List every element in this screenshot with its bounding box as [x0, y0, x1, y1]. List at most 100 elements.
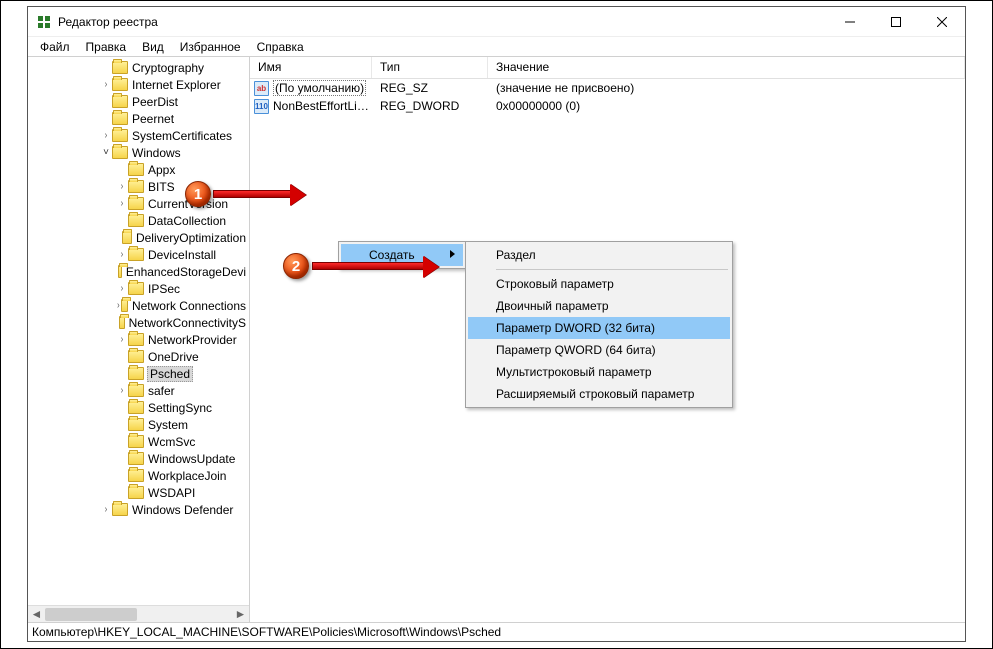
tree-item-label: NetworkConnectivityS: [128, 316, 249, 330]
tree-item[interactable]: WorkplaceJoin: [28, 467, 249, 484]
submenu-qword[interactable]: Параметр QWORD (64 бита): [468, 339, 730, 361]
column-type[interactable]: Тип: [372, 57, 488, 78]
tree-item[interactable]: System: [28, 416, 249, 433]
collapse-icon[interactable]: ˅: [100, 147, 112, 158]
tree-item[interactable]: Cryptography: [28, 59, 249, 76]
expand-icon[interactable]: ›: [117, 198, 127, 209]
submenu-binary[interactable]: Двоичный параметр: [468, 295, 730, 317]
submenu-label: Расширяемый строковый параметр: [496, 387, 694, 401]
annotation-marker-2: 2: [283, 253, 309, 279]
expand-icon[interactable]: ›: [117, 385, 127, 396]
tree-item[interactable]: SettingSync: [28, 399, 249, 416]
folder-icon: [112, 61, 128, 74]
minimize-button[interactable]: [827, 7, 873, 36]
tree-item[interactable]: › Internet Explorer: [28, 76, 249, 93]
tree-item[interactable]: ˅ Windows: [28, 144, 249, 161]
value-row[interactable]: ab(По умолчанию)REG_SZ(значение не присв…: [250, 79, 965, 97]
submenu-key[interactable]: Раздел: [468, 244, 730, 266]
folder-icon: [112, 78, 128, 91]
folder-icon: [122, 231, 132, 244]
scroll-track[interactable]: [45, 606, 232, 622]
tree-item-label: WcmSvc: [147, 435, 198, 449]
submenu-string[interactable]: Строковый параметр: [468, 273, 730, 295]
tree-item[interactable]: › DeviceInstall: [28, 246, 249, 263]
dword-value-icon: 110: [254, 99, 269, 114]
marker-text: 2: [292, 258, 300, 275]
tree-item[interactable]: WindowsUpdate: [28, 450, 249, 467]
tree-item[interactable]: NetworkConnectivityS: [28, 314, 249, 331]
expand-icon[interactable]: ›: [117, 181, 127, 192]
expand-icon[interactable]: ›: [117, 334, 127, 345]
tree-item[interactable]: ›Windows Defender: [28, 501, 249, 518]
tree-item[interactable]: EnhancedStorageDevi: [28, 263, 249, 280]
maximize-button[interactable]: [873, 7, 919, 36]
submenu-multistring[interactable]: Мультистроковый параметр: [468, 361, 730, 383]
folder-icon: [118, 265, 122, 278]
value-type: REG_DWORD: [372, 99, 488, 113]
menu-view[interactable]: Вид: [136, 39, 170, 55]
scroll-left-icon[interactable]: ◄: [28, 606, 45, 623]
tree-item[interactable]: ›NetworkProvider: [28, 331, 249, 348]
tree-item[interactable]: ›Network Connections: [28, 297, 249, 314]
tree-item[interactable]: Appx: [28, 161, 249, 178]
tree-item[interactable]: ›IPSec: [28, 280, 249, 297]
tree-item[interactable]: DataCollection: [28, 212, 249, 229]
menu-help[interactable]: Справка: [251, 39, 310, 55]
tree-item[interactable]: PeerDist: [28, 93, 249, 110]
folder-icon: [119, 316, 125, 329]
folder-icon: [128, 197, 144, 210]
folder-icon: [128, 367, 144, 380]
tree-item[interactable]: WSDAPI: [28, 484, 249, 501]
scroll-right-icon[interactable]: ►: [232, 606, 249, 623]
submenu-dword[interactable]: Параметр DWORD (32 бита): [468, 317, 730, 339]
tree-item-label: DeviceInstall: [147, 248, 219, 262]
tree-item-label: WSDAPI: [147, 486, 198, 500]
expand-icon[interactable]: ›: [101, 130, 111, 141]
folder-icon: [128, 350, 144, 363]
tree-item[interactable]: WcmSvc: [28, 433, 249, 450]
expand-icon[interactable]: ›: [117, 249, 127, 260]
menu-favorites[interactable]: Избранное: [174, 39, 247, 55]
tree-item-label: Internet Explorer: [131, 78, 224, 92]
column-value[interactable]: Значение: [488, 57, 965, 78]
expand-icon[interactable]: ›: [101, 504, 111, 515]
submenu-label: Мультистроковый параметр: [496, 365, 652, 379]
tree-item-label: System: [147, 418, 191, 432]
expand-icon[interactable]: ›: [116, 300, 120, 311]
column-name[interactable]: Имя: [250, 57, 372, 78]
expand-icon[interactable]: ›: [117, 283, 127, 294]
tree-item[interactable]: Psched: [28, 365, 249, 382]
titlebar[interactable]: Редактор реестра: [28, 7, 965, 37]
menu-edit[interactable]: Правка: [80, 39, 133, 55]
tree-item[interactable]: Peernet: [28, 110, 249, 127]
tree-item[interactable]: DeliveryOptimization: [28, 229, 249, 246]
folder-icon: [128, 435, 144, 448]
marker-text: 1: [194, 186, 202, 203]
close-button[interactable]: [919, 7, 965, 36]
folder-icon: [128, 214, 144, 227]
tree-horizontal-scrollbar[interactable]: ◄ ►: [28, 605, 249, 622]
status-path: Компьютер\HKEY_LOCAL_MACHINE\SOFTWARE\Po…: [32, 625, 501, 639]
folder-icon: [112, 503, 128, 516]
expand-icon[interactable]: ›: [101, 79, 111, 90]
string-value-icon: ab: [254, 81, 269, 96]
scroll-thumb[interactable]: [45, 608, 137, 621]
tree-pane[interactable]: Cryptography › Internet ExplorerPeerDistPe…: [28, 57, 250, 622]
tree-item-label: Appx: [147, 163, 178, 177]
value-row[interactable]: 110NonBestEffortLi…REG_DWORD0x00000000 (…: [250, 97, 965, 115]
regedit-window: Редактор реестра Файл Правка Вид Избранн…: [27, 6, 966, 642]
tree-item[interactable]: ›SystemCertificates: [28, 127, 249, 144]
folder-icon: [121, 299, 128, 312]
statusbar: Компьютер\HKEY_LOCAL_MACHINE\SOFTWARE\Po…: [28, 622, 965, 641]
tree-item[interactable]: OneDrive: [28, 348, 249, 365]
menu-file[interactable]: Файл: [34, 39, 76, 55]
annotation-marker-1: 1: [185, 181, 211, 207]
folder-icon: [128, 469, 144, 482]
content-area: Cryptography › Internet ExplorerPeerDistPe…: [28, 57, 965, 622]
tree-item-label: safer: [147, 384, 178, 398]
tree-item-label: DeliveryOptimization: [135, 231, 249, 245]
tree-item-label: Windows: [131, 146, 184, 160]
submenu-expandstring[interactable]: Расширяемый строковый параметр: [468, 383, 730, 405]
tree-item[interactable]: › safer: [28, 382, 249, 399]
menu-separator: [496, 269, 728, 270]
